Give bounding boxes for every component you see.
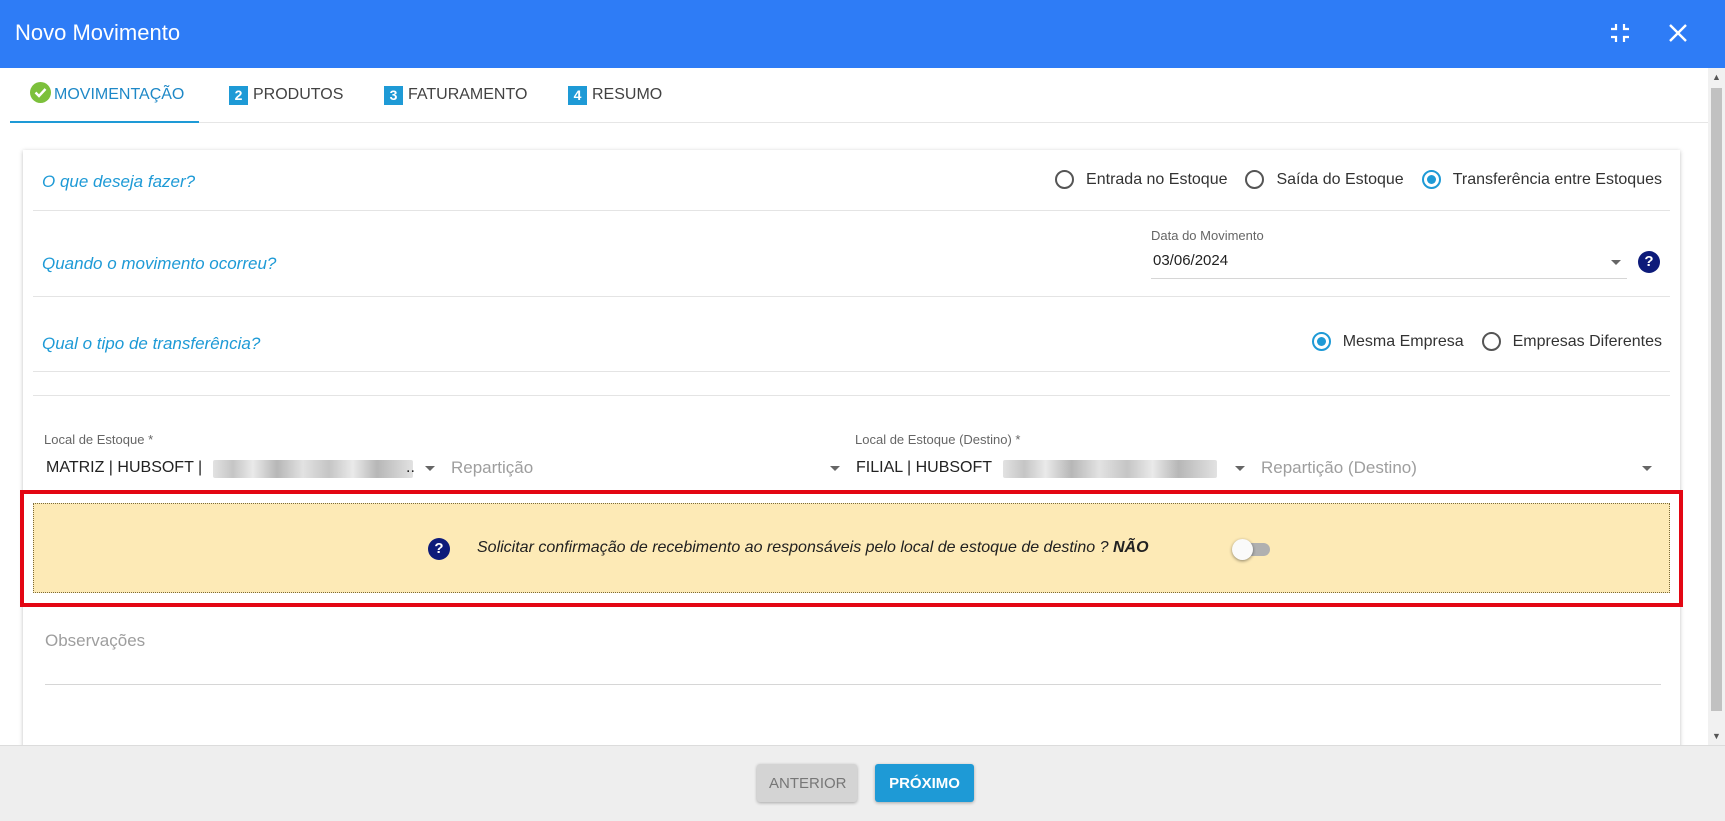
help-icon[interactable]: ? bbox=[428, 538, 450, 560]
row-date: Quando o movimento ocorreu? Data do Movi… bbox=[33, 210, 1670, 297]
confirmation-state: NÃO bbox=[1112, 539, 1149, 556]
question-action: O que deseja fazer? bbox=[42, 172, 196, 191]
origin-dropdown-icon[interactable] bbox=[425, 466, 435, 471]
confirmation-question: Solicitar confirmação de recebimento ao … bbox=[477, 539, 1109, 556]
step-number: 3 bbox=[384, 85, 403, 105]
row-action-type: O que deseja fazer? Entrada no Estoque S… bbox=[33, 150, 1670, 211]
tab-movimentacao[interactable]: MOVIMENTAÇÃO bbox=[30, 68, 184, 122]
scrollbar-thumb[interactable] bbox=[1711, 88, 1722, 711]
scrollbar[interactable]: ▲ ▼ bbox=[1708, 68, 1725, 745]
dialog-title: Novo Movimento bbox=[15, 20, 181, 45]
step-number: 4 bbox=[568, 85, 587, 105]
date-input[interactable]: 03/06/2024 bbox=[1153, 252, 1228, 269]
tab-label: RESUMO bbox=[592, 86, 663, 103]
redacted-text bbox=[213, 460, 413, 478]
date-label: Data do Movimento bbox=[1151, 228, 1264, 243]
dialog-footer: ANTERIOR PRÓXIMO bbox=[0, 745, 1725, 821]
tab-faturamento[interactable]: 3 FATURAMENTO bbox=[384, 68, 527, 122]
radio-label: Mesma Empresa bbox=[1342, 332, 1464, 350]
row-transfer-type: Qual o tipo de transferência? Mesma Empr… bbox=[33, 296, 1670, 372]
confirmation-toggle[interactable] bbox=[1232, 539, 1272, 560]
radio-label: Transferência entre Estoques bbox=[1452, 170, 1662, 188]
radio-transferencia[interactable]: Transferência entre Estoques bbox=[1421, 170, 1662, 189]
origin-select[interactable]: MATRIZ | HUBSOFT | bbox=[46, 459, 202, 477]
dialog-header: Novo Movimento bbox=[0, 0, 1725, 68]
destination-select[interactable]: FILIAL | HUBSOFT bbox=[856, 459, 992, 477]
scroll-up-icon[interactable]: ▲ bbox=[1712, 72, 1721, 82]
check-icon bbox=[30, 82, 51, 108]
confirmation-text: Solicitar confirmação de recebimento ao … bbox=[477, 539, 1149, 557]
help-icon[interactable]: ? bbox=[1638, 251, 1660, 273]
tab-produtos[interactable]: 2 PRODUTOS bbox=[229, 68, 343, 122]
section-divider bbox=[33, 371, 1670, 396]
question-date: Quando o movimento ocorreu? bbox=[42, 254, 277, 273]
destination-dropdown-icon[interactable] bbox=[1235, 466, 1245, 471]
radio-label: Saída do Estoque bbox=[1276, 170, 1404, 188]
radio-circle[interactable] bbox=[1311, 332, 1331, 351]
radio-mesma-empresa[interactable]: Mesma Empresa bbox=[1311, 332, 1464, 351]
destination-partition-dropdown-icon[interactable] bbox=[1642, 466, 1652, 471]
notes-underline bbox=[45, 684, 1661, 685]
radio-circle[interactable] bbox=[1055, 170, 1075, 189]
tab-label: MOVIMENTAÇÃO bbox=[54, 86, 185, 103]
previous-button[interactable]: ANTERIOR bbox=[757, 764, 857, 802]
scroll-down-icon[interactable]: ▼ bbox=[1712, 731, 1721, 741]
redacted-text bbox=[1003, 460, 1217, 478]
form-card: O que deseja fazer? Entrada no Estoque S… bbox=[23, 150, 1680, 750]
radio-label: Entrada no Estoque bbox=[1086, 170, 1228, 188]
toggle-knob[interactable] bbox=[1232, 539, 1253, 560]
active-tab-indicator bbox=[10, 121, 199, 123]
date-dropdown-icon[interactable] bbox=[1611, 260, 1621, 265]
destination-partition-select[interactable]: Repartição (Destino) bbox=[1261, 458, 1417, 478]
tab-label: PRODUTOS bbox=[253, 86, 344, 103]
date-underline bbox=[1151, 278, 1627, 279]
origin-partition-dropdown-icon[interactable] bbox=[830, 466, 840, 471]
tab-label: FATURAMENTO bbox=[408, 86, 528, 103]
action-radio-group: Entrada no Estoque Saída do Estoque Tran… bbox=[1037, 170, 1662, 189]
radio-circle[interactable] bbox=[1481, 332, 1501, 351]
stepper-tabs: MOVIMENTAÇÃO 2 PRODUTOS 3 FATURAMENTO 4 … bbox=[10, 68, 1710, 123]
origin-ellipsis: .. bbox=[406, 459, 415, 476]
close-icon[interactable] bbox=[1665, 20, 1691, 46]
origin-partition-select[interactable]: Repartição bbox=[451, 458, 533, 478]
origin-label: Local de Estoque * bbox=[44, 432, 154, 447]
next-button[interactable]: PRÓXIMO bbox=[875, 764, 974, 802]
radio-circle[interactable] bbox=[1421, 170, 1441, 189]
radio-empresas-diferentes[interactable]: Empresas Diferentes bbox=[1481, 332, 1662, 351]
destination-label: Local de Estoque (Destino) * bbox=[855, 432, 1021, 447]
step-number: 2 bbox=[229, 85, 248, 105]
radio-label: Empresas Diferentes bbox=[1512, 332, 1662, 350]
radio-saida[interactable]: Saída do Estoque bbox=[1245, 170, 1404, 189]
transfer-type-radio-group: Mesma Empresa Empresas Diferentes bbox=[1294, 332, 1662, 351]
confirmation-notice: ? Solicitar confirmação de recebimento a… bbox=[33, 503, 1670, 593]
notes-input[interactable]: Observações bbox=[45, 631, 145, 651]
minimize-icon[interactable] bbox=[1607, 20, 1633, 46]
radio-entrada[interactable]: Entrada no Estoque bbox=[1055, 170, 1227, 189]
radio-circle[interactable] bbox=[1245, 170, 1265, 189]
question-transfer-type: Qual o tipo de transferência? bbox=[42, 334, 261, 353]
tab-resumo[interactable]: 4 RESUMO bbox=[568, 68, 662, 122]
